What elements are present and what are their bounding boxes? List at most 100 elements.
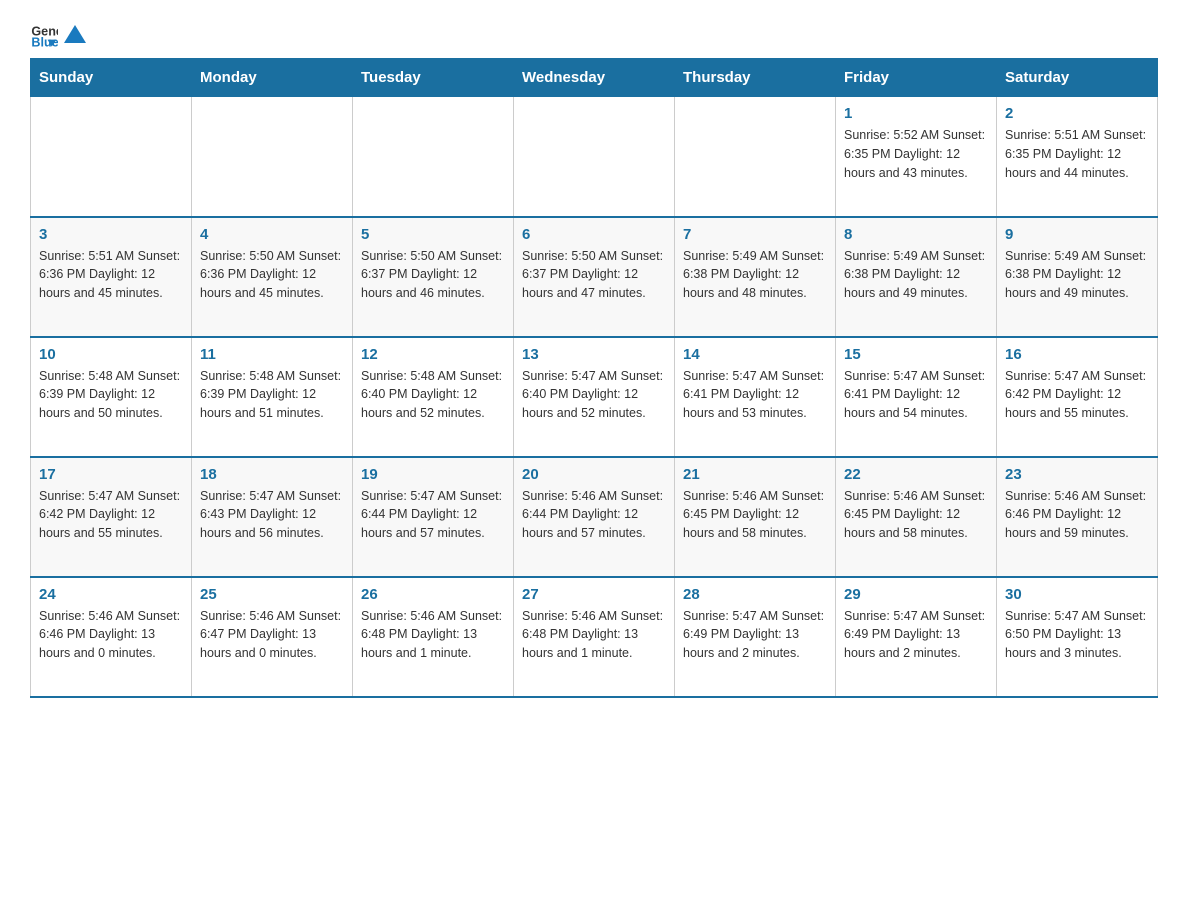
calendar-cell: 28 Sunrise: 5:47 AM Sunset: 6:49 PM Dayli… [675, 577, 836, 697]
calendar-cell: 27 Sunrise: 5:46 AM Sunset: 6:48 PM Dayli… [514, 577, 675, 697]
day-number: 26 [361, 586, 505, 603]
day-info: Sunrise: 5:46 AM Sunset: 6:46 PM Dayligh… [39, 607, 183, 663]
day-number: 10 [39, 346, 183, 363]
day-number: 17 [39, 466, 183, 483]
day-number: 9 [1005, 226, 1149, 243]
day-number: 1 [844, 105, 988, 122]
day-number: 5 [361, 226, 505, 243]
day-number: 7 [683, 226, 827, 243]
calendar-cell: 2Sunrise: 5:51 AM Sunset: 6:35 PM Daylig… [997, 97, 1158, 217]
day-number: 16 [1005, 346, 1149, 363]
day-info: Sunrise: 5:47 AM Sunset: 6:43 PM Dayligh… [200, 487, 344, 543]
calendar-cell [31, 97, 192, 217]
day-number: 13 [522, 346, 666, 363]
day-number: 28 [683, 586, 827, 603]
day-info: Sunrise: 5:48 AM Sunset: 6:40 PM Dayligh… [361, 367, 505, 423]
calendar-week-3: 17 Sunrise: 5:47 AM Sunset: 6:42 PM Dayli… [31, 457, 1158, 577]
day-info: Sunrise: 5:51 AM Sunset: 6:36 PM Dayligh… [39, 247, 183, 303]
calendar-cell [514, 97, 675, 217]
logo-icon: General Blue [30, 20, 58, 48]
day-number: 6 [522, 226, 666, 243]
day-info: Sunrise: 5:47 AM Sunset: 6:42 PM Dayligh… [39, 487, 183, 543]
day-info: Sunrise: 5:46 AM Sunset: 6:45 PM Dayligh… [844, 487, 988, 543]
page-header: General Blue [30, 20, 1158, 48]
calendar-cell: 17 Sunrise: 5:47 AM Sunset: 6:42 PM Dayli… [31, 457, 192, 577]
calendar-cell: 1 Sunrise: 5:52 AM Sunset: 6:35 PM Daylig… [836, 97, 997, 217]
calendar-table: SundayMondayTuesdayWednesdayThursdayFrid… [30, 58, 1158, 698]
day-info: Sunrise: 5:47 AM Sunset: 6:49 PM Dayligh… [683, 607, 827, 663]
calendar-cell: 18 Sunrise: 5:47 AM Sunset: 6:43 PM Dayli… [192, 457, 353, 577]
calendar-cell [353, 97, 514, 217]
day-number: 25 [200, 586, 344, 603]
day-number: 20 [522, 466, 666, 483]
day-info: Sunrise: 5:52 AM Sunset: 6:35 PM Dayligh… [844, 126, 988, 182]
calendar-week-1: 3Sunrise: 5:51 AM Sunset: 6:36 PM Daylig… [31, 217, 1158, 337]
calendar-cell: 21Sunrise: 5:46 AM Sunset: 6:45 PM Dayli… [675, 457, 836, 577]
day-info: Sunrise: 5:46 AM Sunset: 6:44 PM Dayligh… [522, 487, 666, 543]
day-number: 22 [844, 466, 988, 483]
calendar-cell: 29 Sunrise: 5:47 AM Sunset: 6:49 PM Dayli… [836, 577, 997, 697]
svg-text:Blue: Blue [31, 36, 58, 48]
day-info: Sunrise: 5:50 AM Sunset: 6:37 PM Dayligh… [522, 247, 666, 303]
day-info: Sunrise: 5:47 AM Sunset: 6:49 PM Dayligh… [844, 607, 988, 663]
calendar-cell: 26 Sunrise: 5:46 AM Sunset: 6:48 PM Dayli… [353, 577, 514, 697]
day-info: Sunrise: 5:51 AM Sunset: 6:35 PM Dayligh… [1005, 126, 1149, 182]
day-info: Sunrise: 5:48 AM Sunset: 6:39 PM Dayligh… [200, 367, 344, 423]
day-info: Sunrise: 5:46 AM Sunset: 6:48 PM Dayligh… [522, 607, 666, 663]
day-info: Sunrise: 5:47 AM Sunset: 6:40 PM Dayligh… [522, 367, 666, 423]
calendar-cell: 20 Sunrise: 5:46 AM Sunset: 6:44 PM Dayli… [514, 457, 675, 577]
calendar-cell: 19Sunrise: 5:47 AM Sunset: 6:44 PM Dayli… [353, 457, 514, 577]
calendar-cell: 23Sunrise: 5:46 AM Sunset: 6:46 PM Dayli… [997, 457, 1158, 577]
day-number: 11 [200, 346, 344, 363]
day-number: 24 [39, 586, 183, 603]
day-number: 15 [844, 346, 988, 363]
calendar-cell: 14 Sunrise: 5:47 AM Sunset: 6:41 PM Dayli… [675, 337, 836, 457]
day-info: Sunrise: 5:47 AM Sunset: 6:41 PM Dayligh… [683, 367, 827, 423]
day-number: 4 [200, 226, 344, 243]
calendar-body: 1 Sunrise: 5:52 AM Sunset: 6:35 PM Daylig… [31, 97, 1158, 697]
calendar-cell: 15 Sunrise: 5:47 AM Sunset: 6:41 PM Dayli… [836, 337, 997, 457]
day-number: 30 [1005, 586, 1149, 603]
calendar-cell: 8 Sunrise: 5:49 AM Sunset: 6:38 PM Daylig… [836, 217, 997, 337]
header-wednesday: Wednesday [514, 59, 675, 97]
calendar-cell: 12Sunrise: 5:48 AM Sunset: 6:40 PM Dayli… [353, 337, 514, 457]
day-info: Sunrise: 5:49 AM Sunset: 6:38 PM Dayligh… [844, 247, 988, 303]
header-sunday: Sunday [31, 59, 192, 97]
day-number: 29 [844, 586, 988, 603]
calendar-header: SundayMondayTuesdayWednesdayThursdayFrid… [31, 59, 1158, 97]
day-info: Sunrise: 5:47 AM Sunset: 6:50 PM Dayligh… [1005, 607, 1149, 663]
calendar-cell: 13 Sunrise: 5:47 AM Sunset: 6:40 PM Dayli… [514, 337, 675, 457]
day-info: Sunrise: 5:47 AM Sunset: 6:44 PM Dayligh… [361, 487, 505, 543]
header-row: SundayMondayTuesdayWednesdayThursdayFrid… [31, 59, 1158, 97]
header-tuesday: Tuesday [353, 59, 514, 97]
day-number: 23 [1005, 466, 1149, 483]
calendar-week-0: 1 Sunrise: 5:52 AM Sunset: 6:35 PM Daylig… [31, 97, 1158, 217]
calendar-cell: 6 Sunrise: 5:50 AM Sunset: 6:37 PM Daylig… [514, 217, 675, 337]
day-number: 14 [683, 346, 827, 363]
calendar-cell: 4Sunrise: 5:50 AM Sunset: 6:36 PM Daylig… [192, 217, 353, 337]
day-info: Sunrise: 5:47 AM Sunset: 6:42 PM Dayligh… [1005, 367, 1149, 423]
calendar-cell: 3Sunrise: 5:51 AM Sunset: 6:36 PM Daylig… [31, 217, 192, 337]
day-info: Sunrise: 5:46 AM Sunset: 6:48 PM Dayligh… [361, 607, 505, 663]
day-number: 27 [522, 586, 666, 603]
logo: General Blue [30, 20, 86, 48]
calendar-cell: 24 Sunrise: 5:46 AM Sunset: 6:46 PM Dayli… [31, 577, 192, 697]
day-info: Sunrise: 5:49 AM Sunset: 6:38 PM Dayligh… [683, 247, 827, 303]
calendar-cell [675, 97, 836, 217]
logo-triangle-icon [64, 23, 86, 45]
day-info: Sunrise: 5:47 AM Sunset: 6:41 PM Dayligh… [844, 367, 988, 423]
header-thursday: Thursday [675, 59, 836, 97]
day-number: 8 [844, 226, 988, 243]
calendar-cell: 22 Sunrise: 5:46 AM Sunset: 6:45 PM Dayli… [836, 457, 997, 577]
day-info: Sunrise: 5:49 AM Sunset: 6:38 PM Dayligh… [1005, 247, 1149, 303]
day-info: Sunrise: 5:50 AM Sunset: 6:37 PM Dayligh… [361, 247, 505, 303]
day-info: Sunrise: 5:46 AM Sunset: 6:47 PM Dayligh… [200, 607, 344, 663]
calendar-cell: 7 Sunrise: 5:49 AM Sunset: 6:38 PM Daylig… [675, 217, 836, 337]
header-friday: Friday [836, 59, 997, 97]
calendar-week-2: 10 Sunrise: 5:48 AM Sunset: 6:39 PM Dayli… [31, 337, 1158, 457]
calendar-cell [192, 97, 353, 217]
calendar-cell: 9 Sunrise: 5:49 AM Sunset: 6:38 PM Daylig… [997, 217, 1158, 337]
calendar-cell: 11 Sunrise: 5:48 AM Sunset: 6:39 PM Dayli… [192, 337, 353, 457]
day-number: 18 [200, 466, 344, 483]
header-monday: Monday [192, 59, 353, 97]
